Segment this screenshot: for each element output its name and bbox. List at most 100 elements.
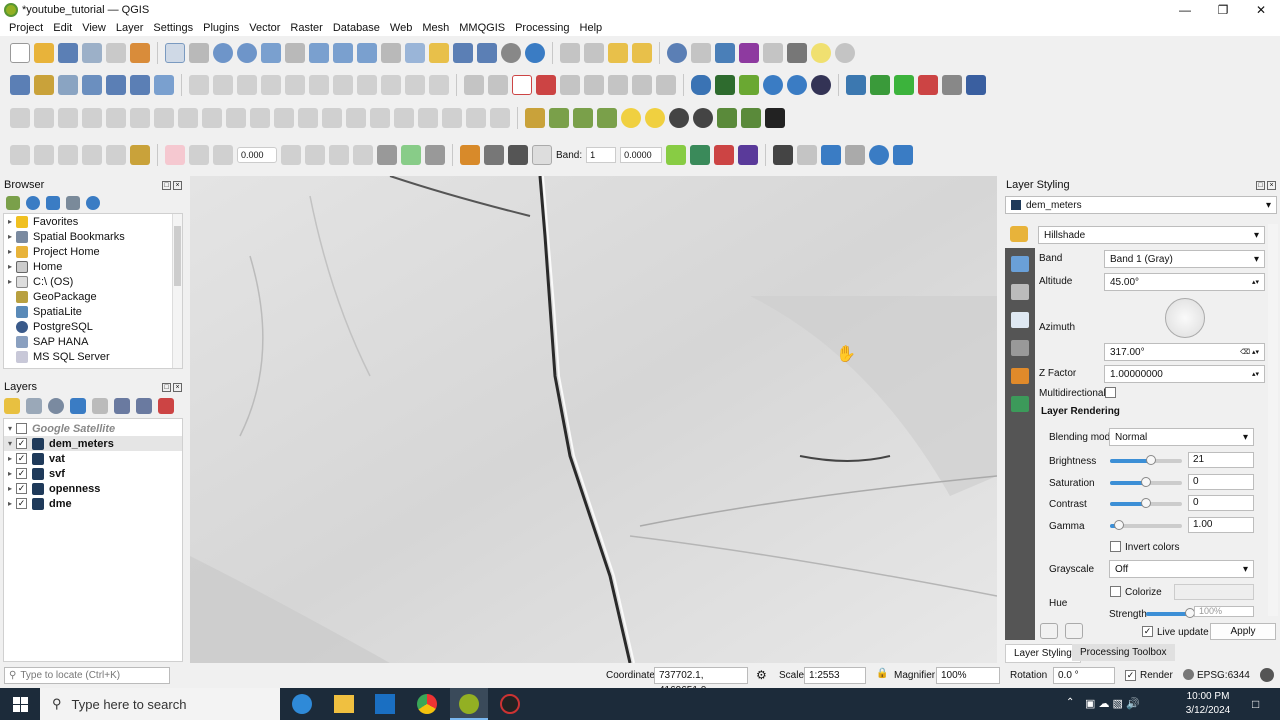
tray-chevron-icon[interactable]: ⌃ [1066, 697, 1074, 708]
digitize-12-icon[interactable] [274, 108, 294, 128]
move-label-icon[interactable] [584, 75, 604, 95]
close-panel-icon[interactable]: × [1267, 180, 1276, 190]
export-icon[interactable] [845, 145, 866, 165]
saturation-slider[interactable] [1110, 477, 1182, 487]
invert-colors-checkbox[interactable] [1110, 541, 1121, 552]
strength-input[interactable]: 100% [1194, 606, 1254, 617]
save-as-icon[interactable] [82, 43, 102, 63]
open-project-icon[interactable] [34, 43, 54, 63]
tab-layer-styling[interactable]: Layer Styling [1005, 644, 1081, 663]
gamma-input[interactable]: 1.00 [1188, 517, 1254, 533]
browser-item-geopackage[interactable]: GeoPackage [4, 289, 182, 304]
python-console-icon[interactable] [846, 75, 866, 95]
tool-c-icon[interactable] [401, 145, 421, 165]
lock-icon[interactable]: 🔒 [876, 668, 888, 679]
zoom-out-icon[interactable] [237, 43, 257, 63]
statistics-sigma-icon[interactable] [739, 43, 759, 63]
menu-project[interactable]: Project [4, 22, 48, 34]
paste-icon[interactable] [381, 75, 401, 95]
globe-search-icon[interactable] [787, 75, 807, 95]
cut-icon[interactable] [333, 75, 353, 95]
raster-tool-2-icon[interactable] [34, 145, 54, 165]
label-tool-icon[interactable] [464, 75, 484, 95]
layer-row-dem-meters[interactable]: ▾ ✓ dem_meters [4, 436, 182, 451]
refresh-icon[interactable] [525, 43, 545, 63]
blending-select[interactable]: Normal ▾ [1109, 428, 1254, 446]
menu-processing[interactable]: Processing [510, 22, 574, 34]
collapse-all-icon[interactable] [66, 196, 80, 210]
color-swatch-icon[interactable] [532, 145, 552, 165]
menu-database[interactable]: Database [328, 22, 385, 34]
browser-item-project-home[interactable]: ▸ Project Home [4, 244, 182, 259]
attribute-table-icon[interactable] [691, 43, 711, 63]
transparency-tab-icon[interactable] [1011, 284, 1029, 300]
browser-item-favorites[interactable]: ▸ Favorites [4, 214, 182, 229]
band-select[interactable]: Band 1 (Gray) ▾ [1104, 250, 1265, 268]
azimuth-input[interactable]: 317.00° ⌫ ▴▾ [1104, 343, 1265, 361]
live-update-checkbox[interactable]: ✓ [1142, 626, 1153, 637]
identify-icon[interactable] [667, 43, 687, 63]
pan-icon[interactable] [165, 43, 185, 63]
file-explorer-icon[interactable] [334, 695, 354, 713]
style-layer-icon[interactable] [4, 398, 20, 414]
help-icon[interactable] [966, 75, 986, 95]
layer-checkbox[interactable]: ✓ [16, 498, 27, 509]
menu-settings[interactable]: Settings [148, 22, 198, 34]
select-location-icon[interactable] [632, 43, 652, 63]
gamma-knob[interactable] [1113, 520, 1124, 530]
layer-yellow-icon[interactable] [130, 145, 150, 165]
tool-d-icon[interactable] [425, 145, 445, 165]
browser-item-drive-c[interactable]: ▸ C:\ (OS) [4, 274, 182, 289]
layer-checkbox[interactable]: ✓ [16, 483, 27, 494]
undo-icon[interactable] [1040, 623, 1058, 639]
pyramids-tab-icon[interactable] [1011, 368, 1029, 384]
text-annotation-icon[interactable] [835, 43, 855, 63]
float-icon[interactable]: □ [1256, 180, 1265, 190]
layer-select[interactable]: dem_meters ▾ [1005, 196, 1277, 214]
brightness-slider[interactable] [1110, 455, 1182, 465]
digitize-5-icon[interactable] [106, 108, 126, 128]
obs-icon[interactable] [500, 694, 520, 714]
digitize-10-icon[interactable] [226, 108, 246, 128]
menu-layer[interactable]: Layer [111, 22, 149, 34]
bars-chart-icon[interactable] [525, 108, 545, 128]
digitize-18-icon[interactable] [418, 108, 438, 128]
copy-icon[interactable] [357, 75, 377, 95]
menu-web[interactable]: Web [385, 22, 417, 34]
brightness-knob[interactable] [1146, 455, 1157, 465]
layer-checkbox[interactable]: ✓ [16, 453, 27, 464]
digitize-4-icon[interactable] [82, 108, 102, 128]
pencil-icon[interactable] [460, 145, 480, 165]
raster-tool-5-icon[interactable] [106, 145, 126, 165]
symbology-tab-icon[interactable] [1011, 256, 1029, 272]
select-features-icon[interactable] [560, 43, 580, 63]
chrome-icon[interactable] [417, 694, 437, 714]
vertex-tool-icon[interactable] [285, 75, 305, 95]
layer-row-openness[interactable]: ▸ ✓ openness [4, 481, 182, 496]
toggle-extents-icon[interactable]: ⚙ [756, 668, 767, 682]
zoom-last-icon[interactable] [357, 43, 377, 63]
profile-icon[interactable] [942, 75, 962, 95]
digitize-20-icon[interactable] [466, 108, 486, 128]
ad2-icon[interactable] [305, 145, 325, 165]
eyedropper-icon[interactable] [508, 145, 528, 165]
save-edits-icon[interactable] [213, 75, 233, 95]
colorize-color-button[interactable] [1174, 584, 1254, 600]
processing-icon[interactable] [870, 75, 890, 95]
plugin-green-icon[interactable] [894, 75, 914, 95]
print-layout-icon[interactable] [106, 43, 126, 63]
new-project-icon[interactable] [10, 43, 30, 63]
notifications-icon[interactable]: □ [1252, 697, 1259, 711]
tray-app-icons[interactable]: ▣ ☁ ▧ 🔊 [1085, 697, 1140, 710]
kml-icon[interactable] [821, 145, 842, 165]
digitize-15-icon[interactable] [346, 108, 366, 128]
tool-b-icon[interactable] [377, 145, 397, 165]
digitize-icon[interactable] [237, 75, 257, 95]
bd-icon[interactable] [213, 145, 233, 165]
plugin-red-bars-icon[interactable] [918, 75, 938, 95]
refresh-browser-icon[interactable] [26, 196, 40, 210]
digitize-9-icon[interactable] [202, 108, 222, 128]
saturation-input[interactable]: 0 [1188, 474, 1254, 490]
zfactor-input[interactable]: 1.00000000 ▴▾ [1104, 365, 1265, 383]
spatial-bookmark-icon[interactable] [477, 43, 497, 63]
